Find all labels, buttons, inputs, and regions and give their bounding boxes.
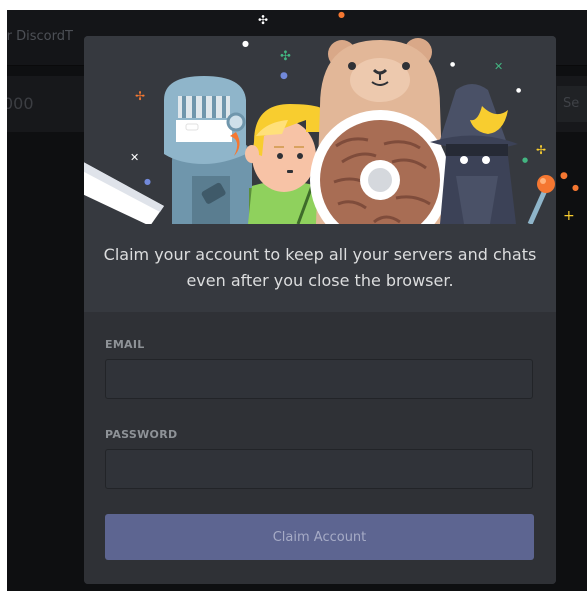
modal-header: ✣ ● ● ✢ ✕ ✕ ● ✢ ● ● ● Claim your account…	[84, 36, 556, 312]
svg-text:✣: ✣	[280, 49, 291, 64]
claim-account-button[interactable]: Claim Account	[105, 514, 534, 560]
hero-illustration: ✣ ● ● ✢ ✕ ✕ ● ✢ ● ● ●	[84, 38, 555, 224]
sparkle-icon: ✣	[258, 13, 269, 27]
tagline-line-1: Claim your account to keep all your serv…	[103, 245, 537, 264]
svg-text:●: ●	[450, 61, 455, 68]
svg-text:●: ●	[280, 71, 288, 81]
svg-text:✢: ✢	[536, 143, 546, 157]
svg-text:●: ●	[522, 156, 528, 164]
tagline-line-2: even after you close the browser.	[186, 271, 454, 290]
star-icon: ●	[338, 10, 345, 19]
star-icon: +	[563, 208, 575, 224]
sword-icon	[84, 162, 164, 224]
background-input-button: Se	[557, 86, 587, 122]
sparkle-icon: ●	[560, 171, 568, 181]
password-label: PASSWORD	[105, 428, 178, 441]
svg-text:●: ●	[144, 177, 151, 186]
background-server-title: ir DiscordT	[7, 29, 73, 44]
claim-account-modal: ✣ ● ● ✢ ✕ ✕ ● ✢ ● ● ● Claim your account…	[84, 36, 556, 584]
password-field[interactable]	[105, 449, 533, 489]
staff-icon	[527, 175, 555, 224]
knight-icon	[164, 76, 252, 224]
svg-text:●: ●	[516, 87, 521, 94]
svg-text:✕: ✕	[130, 151, 139, 164]
claim-tagline: Claim your account to keep all your serv…	[84, 242, 556, 294]
email-label: EMAIL	[105, 338, 145, 351]
svg-text:✕: ✕	[494, 60, 503, 73]
sparkle-icon: ●	[572, 183, 579, 192]
svg-text:✢: ✢	[135, 89, 145, 103]
email-field[interactable]	[105, 359, 533, 399]
background-input-text: 000	[7, 94, 34, 113]
svg-text:●: ●	[242, 39, 249, 48]
claim-form: EMAIL PASSWORD Claim Account	[84, 312, 556, 584]
